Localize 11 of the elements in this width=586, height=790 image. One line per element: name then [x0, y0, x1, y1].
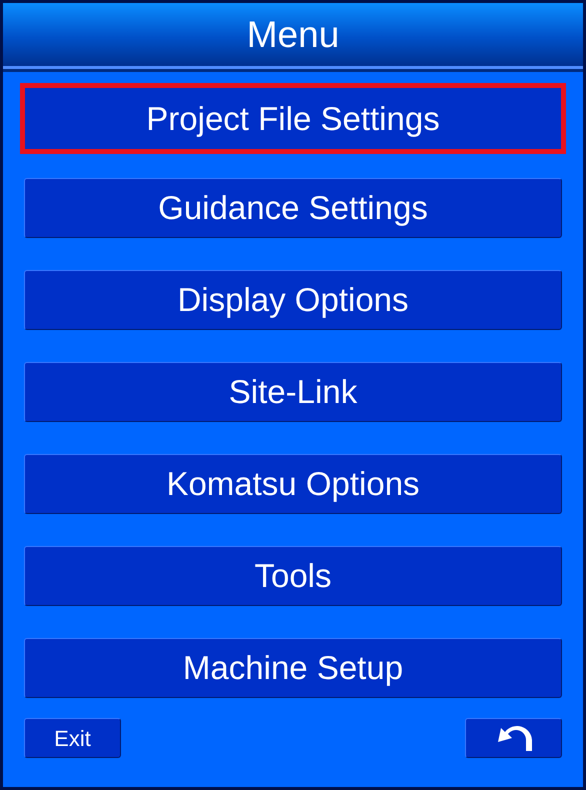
- menu-button[interactable]: Machine Setup: [24, 638, 562, 698]
- back-button[interactable]: [465, 718, 562, 758]
- undo-arrow-icon: [496, 724, 532, 752]
- menu-button[interactable]: Display Options: [24, 270, 562, 330]
- menu-button[interactable]: Project File Settings: [20, 83, 566, 154]
- menu-button[interactable]: Tools: [24, 546, 562, 606]
- exit-button[interactable]: Exit: [24, 718, 121, 758]
- menu-button[interactable]: Site-Link: [24, 362, 562, 422]
- window-title: Menu: [246, 12, 340, 57]
- menu-button[interactable]: Guidance Settings: [24, 178, 562, 238]
- menu-button[interactable]: Komatsu Options: [24, 454, 562, 514]
